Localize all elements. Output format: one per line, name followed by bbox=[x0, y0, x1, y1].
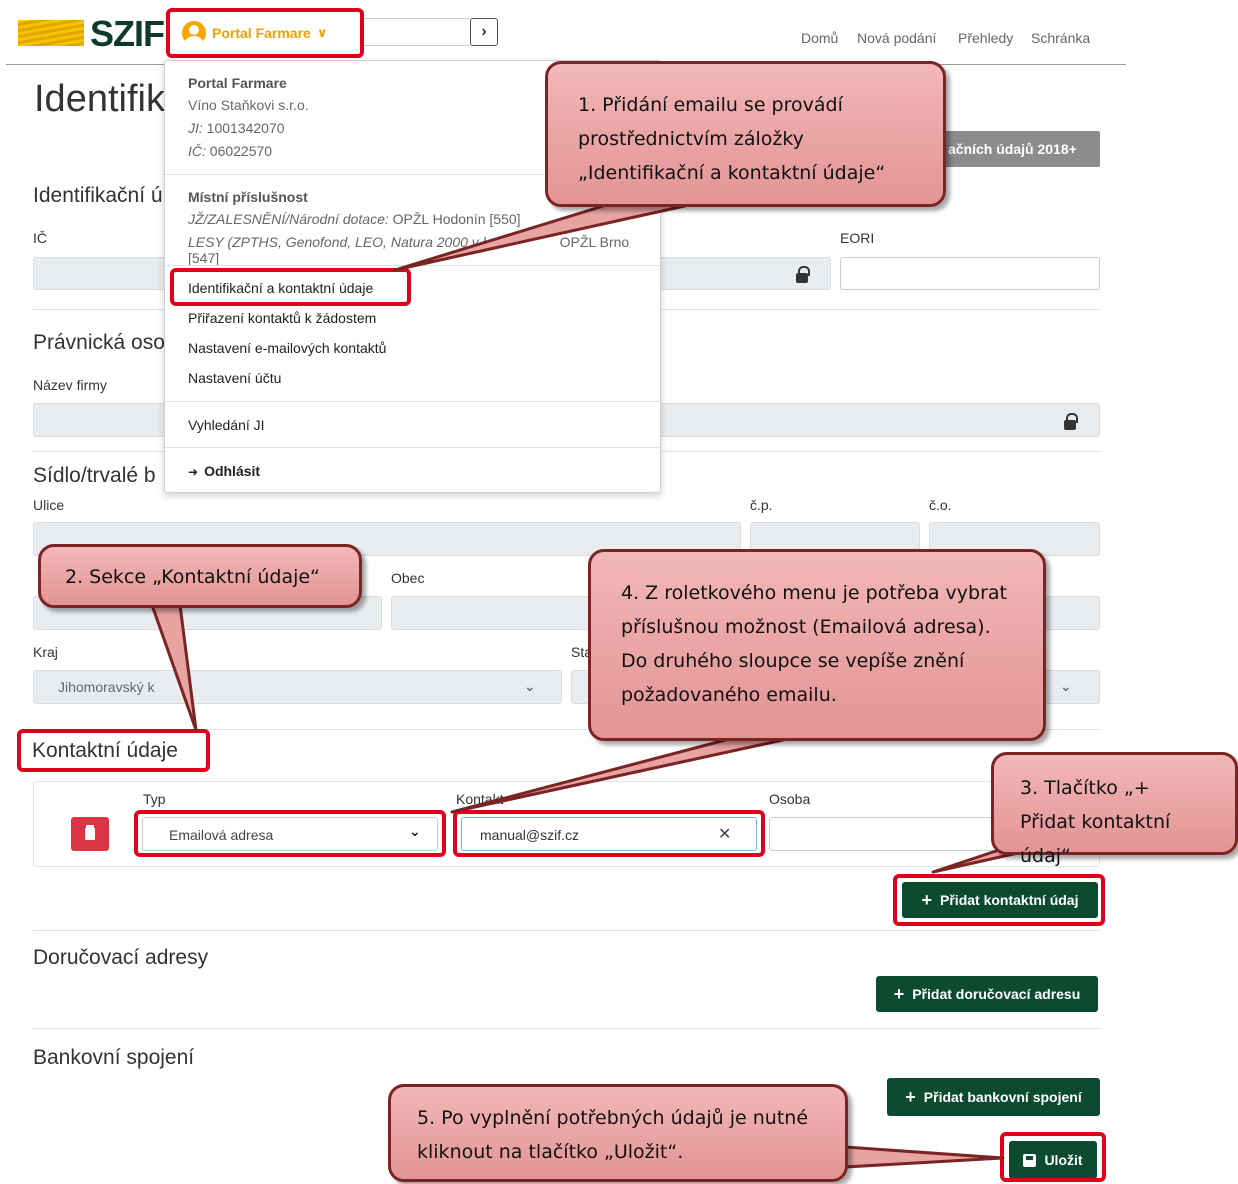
callout-1: 1. Přidání emailu se provádí prostřednic… bbox=[545, 61, 946, 207]
callout-5: 5. Po vyplnění potřebných údajů je nutné… bbox=[388, 1084, 848, 1182]
callout-1-pointer bbox=[393, 201, 700, 272]
callout-5-pointer bbox=[843, 1145, 1005, 1169]
callout-3: 3. Tlačítko „+ Přidat kontaktní údaj“ bbox=[991, 752, 1238, 867]
callout-4-pointer bbox=[450, 736, 794, 814]
callout-2-pointer bbox=[150, 603, 198, 732]
callout-2: 2. Sekce „Kontaktní údaje“ bbox=[38, 544, 362, 608]
callout-4: 4. Z roletkového menu je potřeba vybrat … bbox=[588, 549, 1046, 741]
